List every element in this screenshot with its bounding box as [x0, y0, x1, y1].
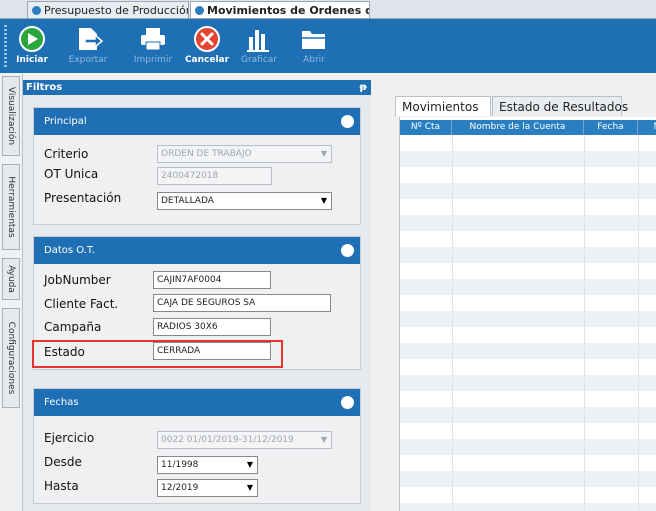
- iniciar-label: Iniciar: [16, 55, 48, 65]
- criterio-value: ORDEN DE TRABAJO: [161, 149, 252, 159]
- estado-highlight-box: [32, 340, 283, 368]
- tab-label: Movimientos: [402, 100, 479, 114]
- principal-group: Principal Criterio ORDEN DE TRABAJO ▼ OT…: [33, 107, 361, 225]
- campana-label: Campaña: [44, 320, 102, 334]
- folder-icon: [302, 31, 326, 49]
- presentacion-value: DETALLADA: [161, 196, 214, 206]
- dropdown-arrow-icon: ▼: [320, 149, 328, 158]
- column-header-nro-cta[interactable]: Nº Cta: [400, 120, 452, 135]
- side-tab-label: Ayuda: [6, 265, 16, 293]
- side-tab-herramientas[interactable]: Herramientas: [2, 164, 20, 250]
- hasta-select[interactable]: 12/2019 ▼: [157, 479, 258, 497]
- results-panel: Movimientos Estado de Resultados Nº Cta …: [384, 74, 656, 511]
- dropdown-arrow-icon: ▼: [243, 480, 257, 496]
- ot-unica-input[interactable]: 2400472018: [157, 167, 272, 185]
- criterio-select[interactable]: ORDEN DE TRABAJO ▼: [157, 145, 332, 163]
- campana-value: RADIOS 30X6: [157, 322, 218, 332]
- ejercicio-select[interactable]: 0022 01/01/2019-31/12/2019 ▼: [157, 431, 332, 449]
- dropdown-arrow-icon: ▼: [320, 435, 328, 444]
- movimientos-grid[interactable]: Nº Cta Nombre de la Cuenta Fecha M: [399, 117, 656, 511]
- pin-icon[interactable]: ᵽ: [360, 80, 367, 95]
- imprimir-button[interactable]: Imprimir: [130, 23, 176, 71]
- hasta-label: Hasta: [44, 479, 79, 493]
- side-tab-strip: Visualización Herramientas Ayuda Configu…: [0, 74, 23, 511]
- column-divider: [452, 135, 453, 511]
- column-divider: [584, 135, 585, 511]
- tab-movimientos-grid[interactable]: Movimientos: [395, 96, 491, 116]
- side-tab-label: Configuraciones: [6, 321, 16, 395]
- cliente-fact-label: Cliente Fact.: [44, 297, 119, 311]
- jobnumber-value: CAJIN7AF0004: [157, 275, 222, 285]
- side-tab-label: Visualización: [6, 86, 16, 146]
- fechas-group-header: Fechas: [34, 389, 360, 416]
- datos-ot-group-header: Datos O.T.: [34, 237, 360, 264]
- principal-title: Principal: [44, 116, 87, 127]
- desde-label: Desde: [44, 455, 82, 469]
- column-header-nombre-cuenta[interactable]: Nombre de la Cuenta: [452, 120, 584, 135]
- fechas-title: Fechas: [44, 397, 79, 408]
- main-toolbar: Iniciar Exportar Imprimir Cancelar Grafi…: [0, 19, 656, 73]
- play-icon: [19, 26, 45, 52]
- export-icon: [79, 28, 103, 50]
- principal-group-header: Principal: [34, 108, 360, 135]
- dropdown-arrow-icon: ▼: [317, 193, 331, 209]
- tab-label: Presupuesto de Producción: [44, 4, 189, 17]
- collapse-toggle-icon[interactable]: [341, 396, 354, 409]
- filtros-panel: Principal Criterio ORDEN DE TRABAJO ▼ OT…: [23, 95, 371, 511]
- tab-movimientos[interactable]: Movimientos de Ordenes de Tra...: [190, 1, 370, 18]
- document-tab-strip: Presupuesto de Producción Movimientos de…: [0, 0, 656, 19]
- collapse-toggle-icon[interactable]: [341, 244, 354, 257]
- column-header-m[interactable]: M: [638, 120, 656, 135]
- cliente-fact-input[interactable]: CAJA DE SEGUROS SA: [153, 294, 331, 312]
- cliente-fact-value: CAJA DE SEGUROS SA: [157, 298, 256, 308]
- tab-label: Estado de Resultados: [499, 100, 629, 114]
- collapse-toggle-icon[interactable]: [341, 115, 354, 128]
- abrir-label: Abrir: [303, 55, 325, 65]
- document-icon: [195, 6, 204, 15]
- ot-unica-value: 2400472018: [161, 171, 219, 181]
- toolbar-grip[interactable]: [4, 25, 7, 67]
- presentacion-label: Presentación: [44, 191, 122, 205]
- filtros-panel-header: Filtros ᵽ: [23, 80, 371, 95]
- imprimir-label: Imprimir: [133, 55, 173, 65]
- tab-label: Movimientos de Ordenes de Tra...: [207, 4, 369, 17]
- cancel-icon: [194, 26, 220, 52]
- side-tab-configuraciones[interactable]: Configuraciones: [2, 308, 20, 408]
- iniciar-button[interactable]: Iniciar: [12, 23, 52, 71]
- campana-input[interactable]: RADIOS 30X6: [153, 318, 271, 336]
- criterio-label: Criterio: [44, 147, 89, 161]
- filtros-title: Filtros: [26, 82, 63, 93]
- hasta-value: 12/2019: [161, 483, 199, 493]
- column-divider: [638, 135, 639, 511]
- grid-rows: [400, 135, 656, 511]
- jobnumber-label: JobNumber: [44, 273, 111, 287]
- cancelar-button[interactable]: Cancelar: [182, 23, 232, 71]
- datos-ot-title: Datos O.T.: [44, 245, 96, 256]
- tab-presupuesto[interactable]: Presupuesto de Producción: [27, 1, 189, 18]
- side-tab-ayuda[interactable]: Ayuda: [2, 258, 20, 300]
- ejercicio-label: Ejercicio: [44, 431, 95, 445]
- ot-unica-label: OT Unica: [44, 167, 99, 181]
- dropdown-arrow-icon: ▼: [243, 457, 257, 473]
- abrir-button[interactable]: Abrir: [294, 23, 334, 71]
- side-tab-visualizacion[interactable]: Visualización: [2, 76, 20, 156]
- exportar-button[interactable]: Exportar: [60, 23, 116, 71]
- document-icon: [32, 6, 41, 15]
- graficar-button[interactable]: Graficar: [236, 23, 282, 71]
- column-header-fecha[interactable]: Fecha: [584, 120, 638, 135]
- fechas-group: Fechas Ejercicio 0022 01/01/2019-31/12/2…: [33, 388, 361, 504]
- jobnumber-input[interactable]: CAJIN7AF0004: [153, 271, 271, 289]
- bar-chart-icon: [247, 30, 269, 52]
- desde-select[interactable]: 11/1998 ▼: [157, 456, 258, 474]
- graficar-label: Graficar: [240, 55, 278, 65]
- grid-header: Nº Cta Nombre de la Cuenta Fecha M: [400, 120, 656, 135]
- desde-value: 11/1998: [161, 460, 199, 470]
- tab-estado-resultados[interactable]: Estado de Resultados: [492, 96, 628, 116]
- presentacion-select[interactable]: DETALLADA ▼: [157, 192, 332, 210]
- printer-icon: [141, 28, 165, 51]
- side-tab-label: Herramientas: [6, 176, 16, 238]
- exportar-label: Exportar: [68, 55, 108, 65]
- cancelar-label: Cancelar: [184, 55, 230, 65]
- ejercicio-value: 0022 01/01/2019-31/12/2019: [161, 435, 294, 445]
